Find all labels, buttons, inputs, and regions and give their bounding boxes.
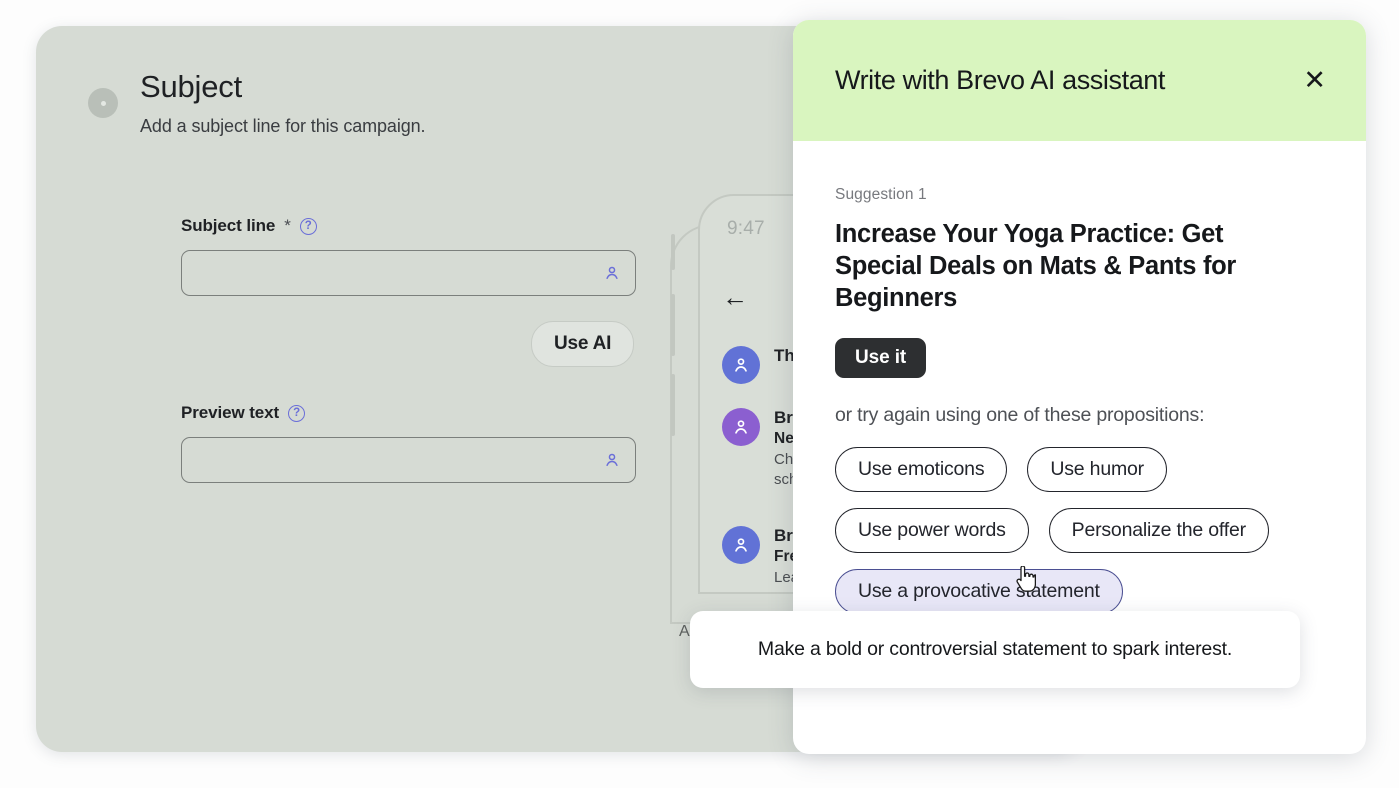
screen-root: Subject Add a subject line for this camp…	[0, 0, 1399, 788]
subject-line-label-row: Subject line * ?	[181, 216, 636, 236]
avatar	[722, 346, 760, 384]
phone-side-button	[671, 294, 675, 356]
page-title: Subject	[140, 69, 242, 104]
ai-panel-header: Write with Brevo AI assistant ✕	[793, 20, 1366, 141]
try-again-hint: or try again using one of these proposit…	[835, 404, 1205, 427]
subject-line-input[interactable]	[181, 250, 636, 296]
tooltip: Make a bold or controversial statement t…	[690, 611, 1300, 688]
page-subtitle: Add a subject line for this campaign.	[140, 116, 426, 137]
proposition-chip[interactable]: Personalize the offer	[1048, 508, 1269, 554]
phone-side-button	[671, 234, 675, 270]
proposition-chip[interactable]: Use a provocative statement	[835, 569, 1123, 615]
person-icon[interactable]	[603, 264, 621, 282]
proposition-chip-list: Use emoticons Use humor Use power words Per…	[835, 447, 1315, 615]
ai-panel-title: Write with Brevo AI assistant	[835, 65, 1166, 95]
help-circle-icon[interactable]: ?	[299, 217, 317, 235]
subject-line-label: Subject line	[181, 216, 276, 235]
use-ai-button[interactable]: Use AI	[531, 321, 635, 367]
avatar	[722, 526, 760, 564]
proposition-chip[interactable]: Use humor	[1027, 447, 1167, 493]
proposition-chip[interactable]: Use emoticons	[835, 447, 1008, 493]
subject-section-header: Subject Add a subject line for this camp…	[88, 69, 426, 137]
tooltip-text: Make a bold or controversial statement t…	[757, 638, 1233, 660]
preview-text-label-row: Preview text ?	[181, 403, 636, 423]
suggestion-text: Increase Your Yoga Practice: Get Special…	[835, 220, 1237, 313]
preview-text-label: Preview text	[181, 403, 280, 422]
avatar	[722, 408, 760, 446]
suggestion-label: Suggestion 1	[835, 186, 927, 203]
preview-text-input[interactable]	[181, 437, 636, 483]
preview-text-field-group: Preview text ?	[181, 403, 636, 483]
required-marker: *	[284, 216, 291, 235]
phone-side-button	[671, 374, 675, 436]
person-icon[interactable]	[603, 451, 621, 469]
ai-panel-body: Suggestion 1 Increase Your Yoga Practice…	[793, 141, 1366, 615]
phone-status-time: 9:47	[727, 218, 765, 239]
help-circle-icon[interactable]: ?	[288, 404, 306, 422]
subject-line-field-group: Subject line * ?	[181, 216, 636, 296]
close-icon[interactable]: ✕	[1303, 67, 1326, 94]
proposition-chip[interactable]: Use power words	[835, 508, 1029, 554]
step-indicator-dot	[88, 88, 118, 118]
use-it-button[interactable]: Use it	[835, 338, 927, 379]
back-arrow-icon[interactable]: ←	[722, 284, 748, 310]
